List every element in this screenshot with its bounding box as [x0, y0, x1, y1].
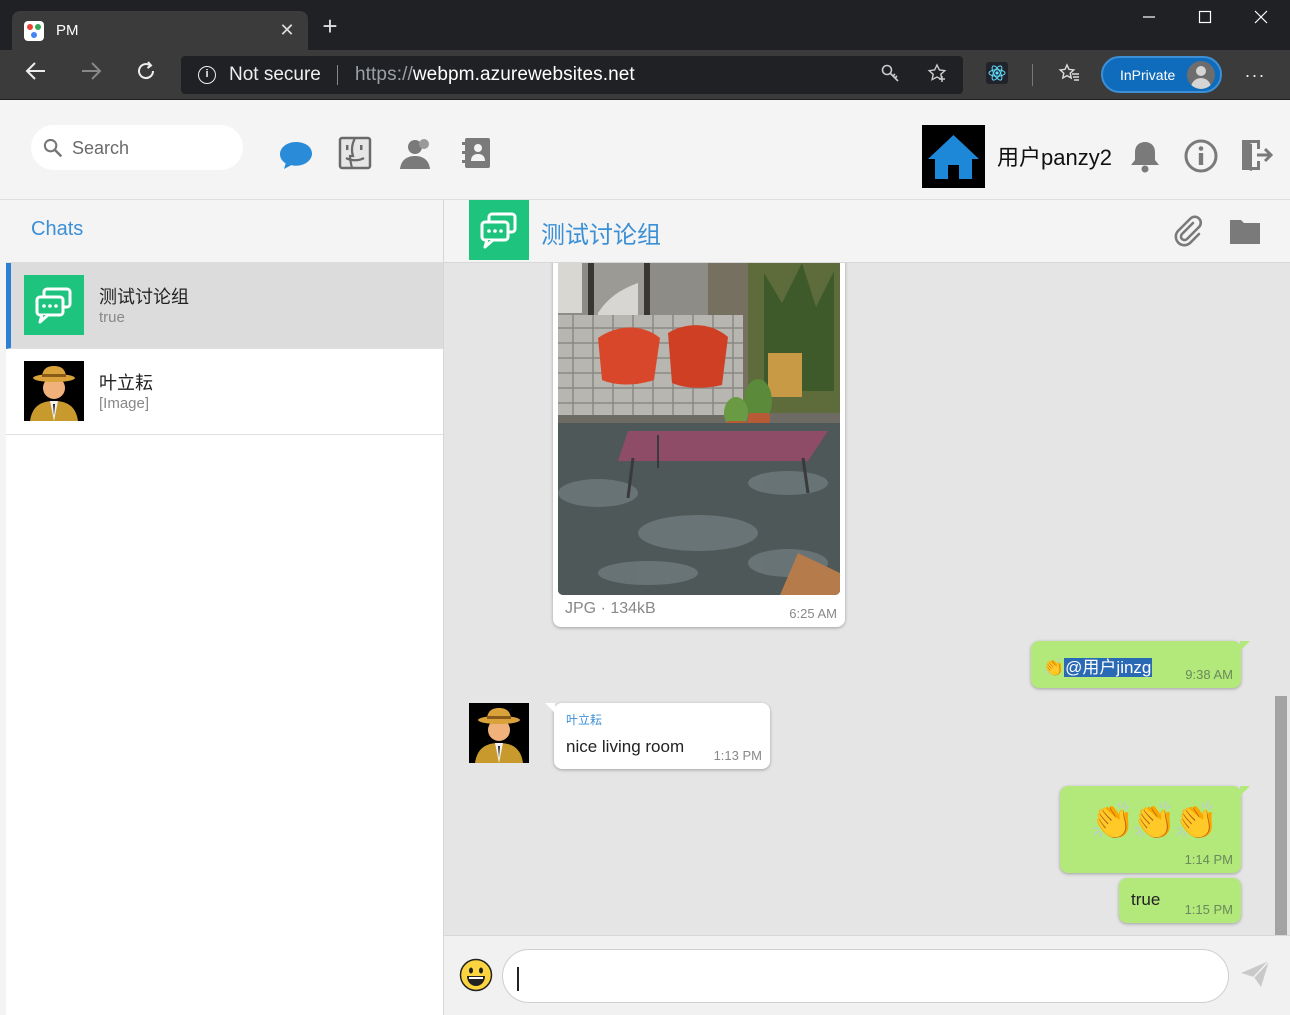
message-text: 👏@用户jinzg	[1043, 653, 1153, 678]
chat-item-group[interactable]: 测试讨论组 true	[6, 263, 443, 349]
scrollbar-thumb[interactable]	[1275, 696, 1287, 935]
sender-name[interactable]: 叶立耘	[566, 711, 602, 728]
favorites-icon[interactable]	[1057, 62, 1081, 86]
chat-preview: true	[99, 309, 125, 326]
bubble-tail	[545, 703, 555, 713]
search-icon	[43, 138, 62, 157]
key-icon[interactable]	[878, 63, 902, 87]
username: 用户panzy2	[997, 145, 1112, 170]
paperclip-icon[interactable]	[1172, 215, 1204, 247]
group-chat-icon	[24, 275, 84, 335]
file-meta: JPG · 134kB	[565, 600, 656, 617]
contacts-icon[interactable]	[397, 135, 433, 171]
info-circle-icon[interactable]: i	[198, 66, 216, 84]
address-bar[interactable]: i Not secure https://webpm.azurewebsites…	[181, 56, 963, 94]
sidebar-title: Chats	[31, 218, 84, 240]
detective-avatar	[24, 361, 84, 421]
forward-arrow-icon[interactable]	[76, 60, 106, 90]
message-input[interactable]	[502, 949, 1229, 1003]
profile-avatar-icon	[1187, 61, 1215, 89]
message-text: true	[1131, 890, 1161, 909]
message-list[interactable]: JPG · 134kB 6:25 AM 👏@用户jinzg 9:38 AM 叶立…	[444, 263, 1290, 935]
message-time: 1:14 PM	[1184, 852, 1233, 867]
omnibox-divider	[337, 65, 338, 85]
outgoing-message[interactable]: 👏@用户jinzg 9:38 AM	[1031, 641, 1250, 688]
toolbar-divider	[1032, 64, 1033, 86]
tab-title: PM	[56, 22, 79, 39]
clapping-hands-icon: 👏👏👏	[1090, 800, 1218, 841]
message-time: 1:13 PM	[713, 748, 762, 763]
chat-name: 叶立耘	[99, 373, 153, 393]
favorite-star-icon[interactable]	[925, 63, 949, 87]
bubble-tail	[1240, 641, 1250, 651]
chat-item-person[interactable]: 叶立耘 [Image]	[6, 349, 443, 435]
incoming-message[interactable]: 叶立耘 nice living room 1:13 PM	[545, 703, 770, 769]
message-composer	[444, 935, 1290, 1015]
folder-icon[interactable]	[1229, 215, 1261, 247]
browser-tab[interactable]: PM ✕	[12, 11, 308, 50]
search-box[interactable]	[31, 125, 243, 170]
chat-preview: [Image]	[99, 395, 150, 412]
mention-link[interactable]: @用户jinzg	[1064, 658, 1153, 677]
chat-sidebar: Chats 测试讨论组 true 叶立耘 [Image]	[6, 200, 443, 1015]
bubble-tail	[1240, 786, 1250, 796]
living-room-photo[interactable]	[558, 263, 840, 595]
outgoing-message[interactable]: 👏👏👏 1:14 PM	[1060, 786, 1250, 873]
search-input[interactable]	[72, 136, 232, 160]
sidebar-header: Chats	[6, 200, 443, 263]
inprivate-button[interactable]: InPrivate	[1101, 56, 1222, 93]
logout-icon[interactable]	[1238, 137, 1274, 173]
app-header: 用户panzy2	[0, 100, 1290, 200]
bell-icon[interactable]	[1127, 138, 1163, 174]
image-message[interactable]: JPG · 134kB 6:25 AM	[553, 263, 845, 627]
new-tab-button[interactable]: +	[316, 13, 344, 41]
clapping-hands-icon: 👏	[1043, 658, 1065, 677]
message-time: 9:38 AM	[1185, 667, 1233, 682]
browser-toolbar: i Not secure https://webpm.azurewebsites…	[0, 50, 1290, 100]
tab-close-icon[interactable]: ✕	[276, 19, 298, 41]
conversation-title: 测试讨论组	[541, 222, 661, 249]
chat-name: 测试讨论组	[99, 287, 189, 307]
refresh-icon[interactable]	[131, 60, 161, 90]
security-status[interactable]: Not secure	[229, 64, 321, 86]
emoji-icon[interactable]	[459, 958, 493, 992]
group-chat-icon	[469, 200, 529, 260]
text-caret	[517, 967, 519, 991]
chat-bubble-icon[interactable]	[278, 135, 314, 171]
message-text: nice living room	[566, 737, 685, 756]
minimize-button[interactable]	[1120, 0, 1178, 40]
finder-icon[interactable]	[337, 135, 373, 171]
close-window-button[interactable]	[1232, 0, 1290, 40]
outgoing-message[interactable]: true 1:15 PM	[1119, 878, 1241, 923]
info-icon[interactable]	[1183, 138, 1219, 174]
react-devtools-icon[interactable]	[985, 62, 1009, 86]
home-avatar-icon	[922, 125, 985, 188]
browser-titlebar: PM ✕ +	[0, 0, 1290, 50]
message-time: 1:15 PM	[1184, 902, 1233, 917]
detective-avatar[interactable]	[469, 703, 529, 763]
url-text[interactable]: https://webpm.azurewebsites.net	[355, 64, 635, 86]
back-arrow-icon[interactable]	[21, 60, 51, 90]
address-book-icon[interactable]	[458, 135, 494, 171]
conversation-pane: 测试讨论组 JPG · 134kB 6:25 AM 👏@用户jinzg 9:38…	[443, 200, 1290, 1015]
maximize-button[interactable]	[1176, 0, 1234, 40]
message-time: 6:25 AM	[789, 606, 837, 621]
more-menu-button[interactable]: ···	[1240, 60, 1270, 90]
send-icon[interactable]	[1239, 958, 1271, 990]
conversation-header: 测试讨论组	[444, 200, 1290, 263]
app-favicon-icon	[24, 21, 44, 41]
